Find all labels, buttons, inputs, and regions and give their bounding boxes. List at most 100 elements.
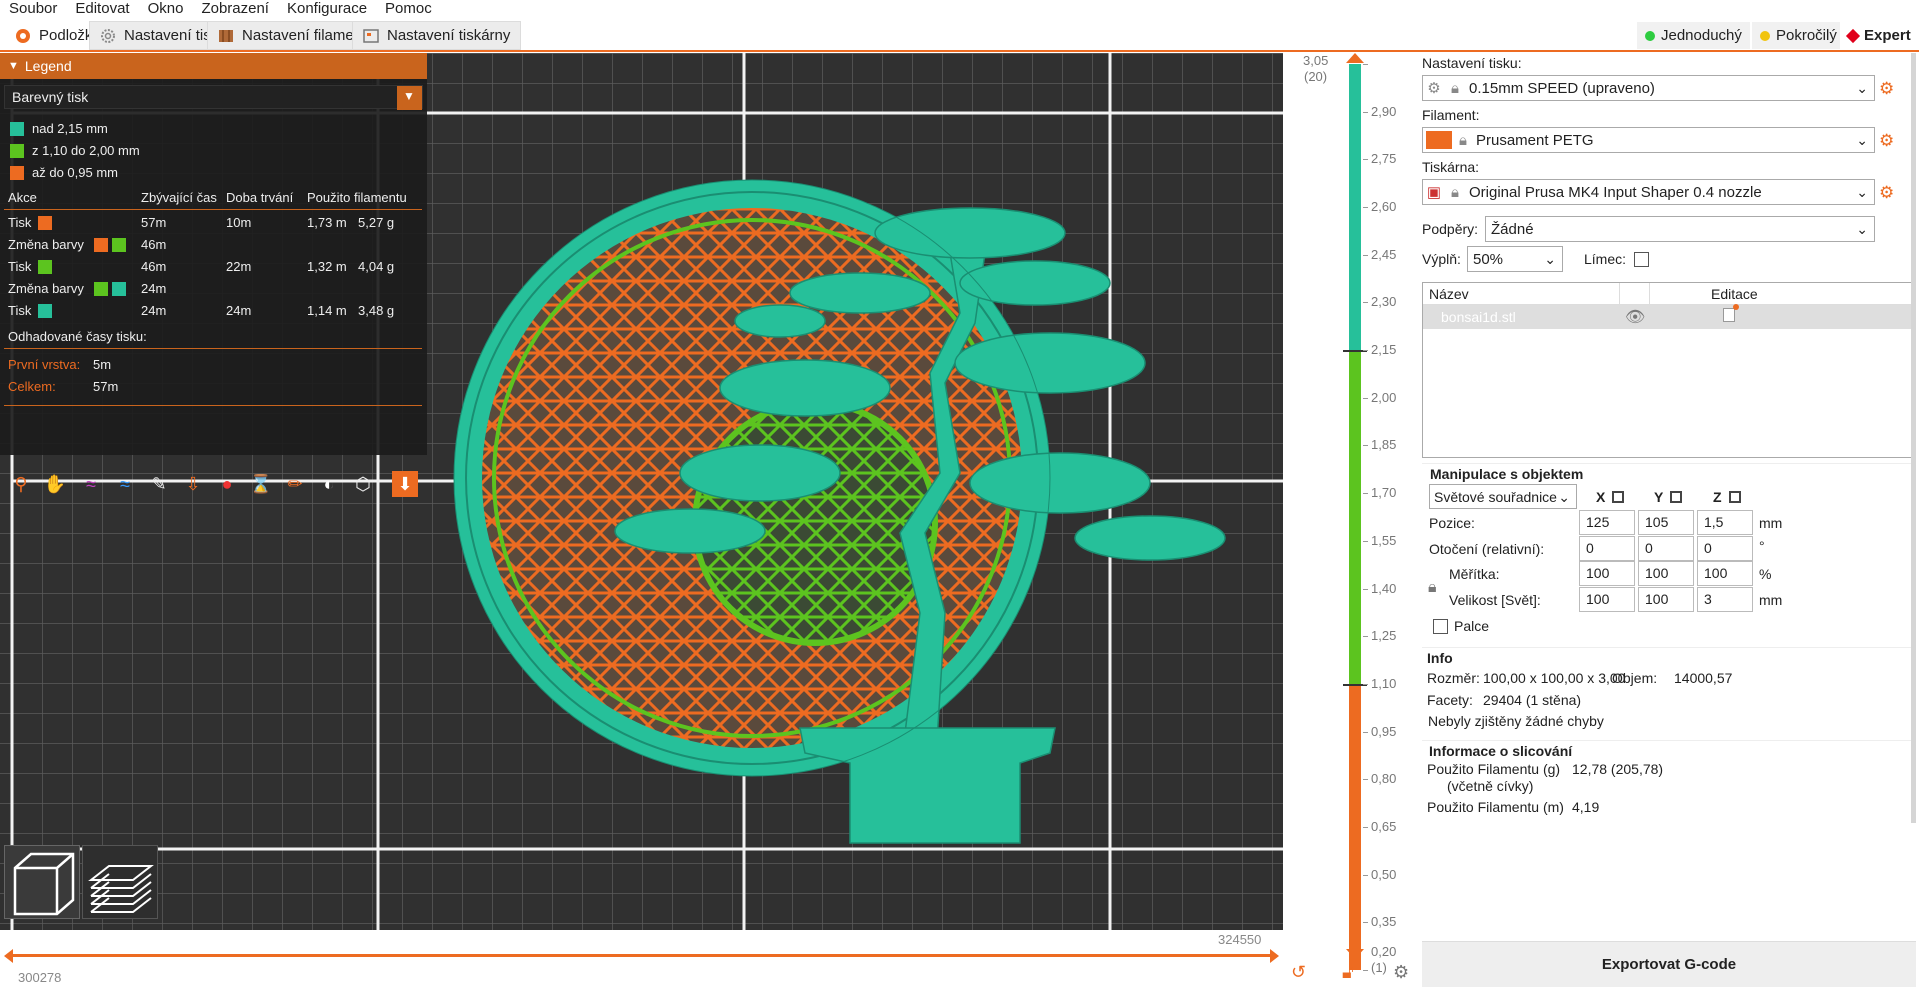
row-action: Změna barvy [8,281,84,296]
info-title: Info [1427,650,1453,666]
facets-value: 29404 (1 stěna) [1483,692,1582,708]
rotation-x-field[interactable]: 0 [1579,536,1635,561]
menu-view[interactable]: Zobrazení [192,0,278,18]
vslider-top-thumb[interactable] [1346,53,1364,63]
filament-select[interactable]: 🔒︎ Prusament PETG ⌄ [1422,127,1875,153]
vertical-layer-slider[interactable]: 3,05 (20) 2,90 2,75 2,60 2,45 2,30 2,15 2,00 1,… [1283,53,1419,987]
vslider-tick-mark [1363,302,1368,304]
view-preview-button[interactable] [82,845,158,919]
brim-checkbox[interactable] [1634,252,1649,267]
lock-icon: 🔒︎ [1451,183,1459,201]
custom-gcodes-icon[interactable]: ✏ [282,471,308,497]
legend-header[interactable]: ▼ Legend [0,53,427,79]
coordinate-system-select[interactable]: Světové souřadnice ⌄ [1429,484,1577,509]
infill-select[interactable]: 50% ⌄ [1467,246,1563,272]
hslider-right-thumb[interactable] [1270,949,1279,963]
row-action: Změna barvy [8,237,84,252]
filament-label: Filament: [1422,107,1480,123]
total-label: Celkem: [8,379,56,394]
size-y-field[interactable]: 100 [1638,587,1694,612]
scale-z-field[interactable]: 100 [1697,561,1753,586]
lock-icon[interactable]: 🔓︎ [1342,962,1354,983]
drop-to-bed-z-icon[interactable] [1729,491,1741,503]
printer-select[interactable]: ▣ 🔒︎ Original Prusa MK4 Input Shaper 0.4… [1422,179,1875,205]
3d-preview-canvas[interactable]: ▼ Legend Barevný tisk ▼ nad 2,15 mm z 1,… [0,53,1283,987]
sidebar-scrollbar[interactable] [1911,53,1916,823]
menu-edit[interactable]: Editovat [66,0,138,18]
rotation-z-field[interactable]: 0 [1697,536,1753,561]
vslider-tick-label: 1,85 [1371,437,1397,453]
size-x-field[interactable]: 100 [1579,587,1635,612]
mode-expert-button[interactable]: Expert [1840,22,1919,49]
seams-icon[interactable]: ✎ [146,471,172,497]
supports-value: Žádné [1491,220,1534,238]
mode-advanced-button[interactable]: Pokročilý [1752,22,1845,49]
scale-y-field[interactable]: 100 [1638,561,1694,586]
size-z-field[interactable]: 3 [1697,587,1753,612]
vslider-tick-mark [1363,636,1368,638]
horizontal-slider[interactable]: 324550 300278 [0,930,1283,987]
pause-prints-icon[interactable]: ⌛ [248,471,274,497]
shells-icon[interactable]: ⬡ [350,471,376,497]
eye-icon[interactable]: 👁︎ [1625,307,1645,327]
tool-changes-icon[interactable]: ⇩ [180,471,206,497]
revert-arrow-icon[interactable]: ↺ [1291,962,1306,983]
settings-gear-icon[interactable]: ⚙ [1879,79,1897,98]
tool-marker-icon[interactable]: ⬇ [392,471,418,497]
view-3d-button[interactable] [4,845,80,919]
vslider-bottom-thumb[interactable] [1346,949,1364,959]
scale-x-field[interactable]: 100 [1579,561,1635,586]
color-swatch [10,143,24,158]
supports-select[interactable]: Žádné ⌄ [1485,216,1875,242]
tab-printer-settings[interactable]: Nastavení tiskárny [352,21,522,50]
position-x-field[interactable]: 125 [1579,510,1635,535]
wipe-icon[interactable]: ✋ [42,471,68,497]
mode-simple-button[interactable]: Jednoduchý [1637,22,1750,49]
drop-to-bed-y-icon[interactable] [1670,491,1682,503]
vslider-color-segment [1349,64,1361,351]
cog-icon[interactable]: ⚙ [1393,962,1409,983]
axis-z-label: Z [1713,489,1722,505]
vslider-tick-mark [1363,254,1368,256]
menu-file[interactable]: Soubor [0,0,66,18]
lock-scale-icon[interactable]: 🔒︎ [1428,579,1437,597]
row-grams: 4,04 g [358,259,395,274]
color-swatch [38,304,52,318]
lock-icon: 🔒︎ [1451,79,1459,97]
filament-color-swatch[interactable] [1426,131,1452,149]
color-changes-icon[interactable]: ● [214,471,240,497]
object-row[interactable]: bonsai1d.stl 👁︎ [1423,304,1911,329]
inches-checkbox[interactable] [1433,619,1448,634]
mode-expert-label: Expert [1864,27,1911,44]
drop-to-bed-x-icon[interactable] [1612,491,1624,503]
retractions-icon[interactable]: ≈ [78,471,104,497]
menu-help[interactable]: Pomoc [376,0,441,18]
info-panel: Info Rozměr: 100,00 x 100,00 x 3,00 Obje… [1422,647,1912,739]
menu-window[interactable]: Okno [139,0,193,18]
print-settings-select[interactable]: ⚙ 🔒︎ 0.15mm SPEED (upraveno) ⌄ [1422,75,1875,101]
menu-configuration[interactable]: Konfigurace [278,0,376,18]
position-z-field[interactable]: 1,5 [1697,510,1753,535]
vslider-tick-label: 2,90 [1371,103,1397,119]
vslider-tick-label: 2,75 [1371,151,1397,167]
chevron-down-icon: ⌄ [1544,251,1556,267]
export-gcode-button[interactable]: Exportovat G-code [1422,941,1916,987]
settings-gear-icon[interactable]: ⚙ [1879,131,1897,150]
vslider-tick-label: 2,15 [1371,342,1397,358]
travel-icon[interactable]: ⚲ [8,471,34,497]
rotation-y-field[interactable]: 0 [1638,536,1694,561]
row-duration: 24m [226,303,252,318]
row-meters: 1,14 m [307,303,347,318]
size-info-value: 100,00 x 100,00 x 3,00 [1483,670,1626,686]
position-y-field[interactable]: 105 [1638,510,1694,535]
chevron-down-icon: ⌄ [1856,80,1868,96]
deretractions-icon[interactable]: ≈ [112,471,138,497]
mode-dot-icon [1845,28,1861,43]
plate-icon [16,28,30,43]
legend-view-type-select[interactable]: Barevný tisk ▼ [4,85,423,110]
hslider-left-thumb[interactable] [4,949,13,963]
settings-gear-icon[interactable]: ⚙ [1879,183,1897,202]
supports-label: Podpěry: [1422,221,1479,237]
edit-object-icon[interactable] [1723,304,1739,322]
center-of-gravity-icon[interactable]: ◐ [316,471,342,497]
